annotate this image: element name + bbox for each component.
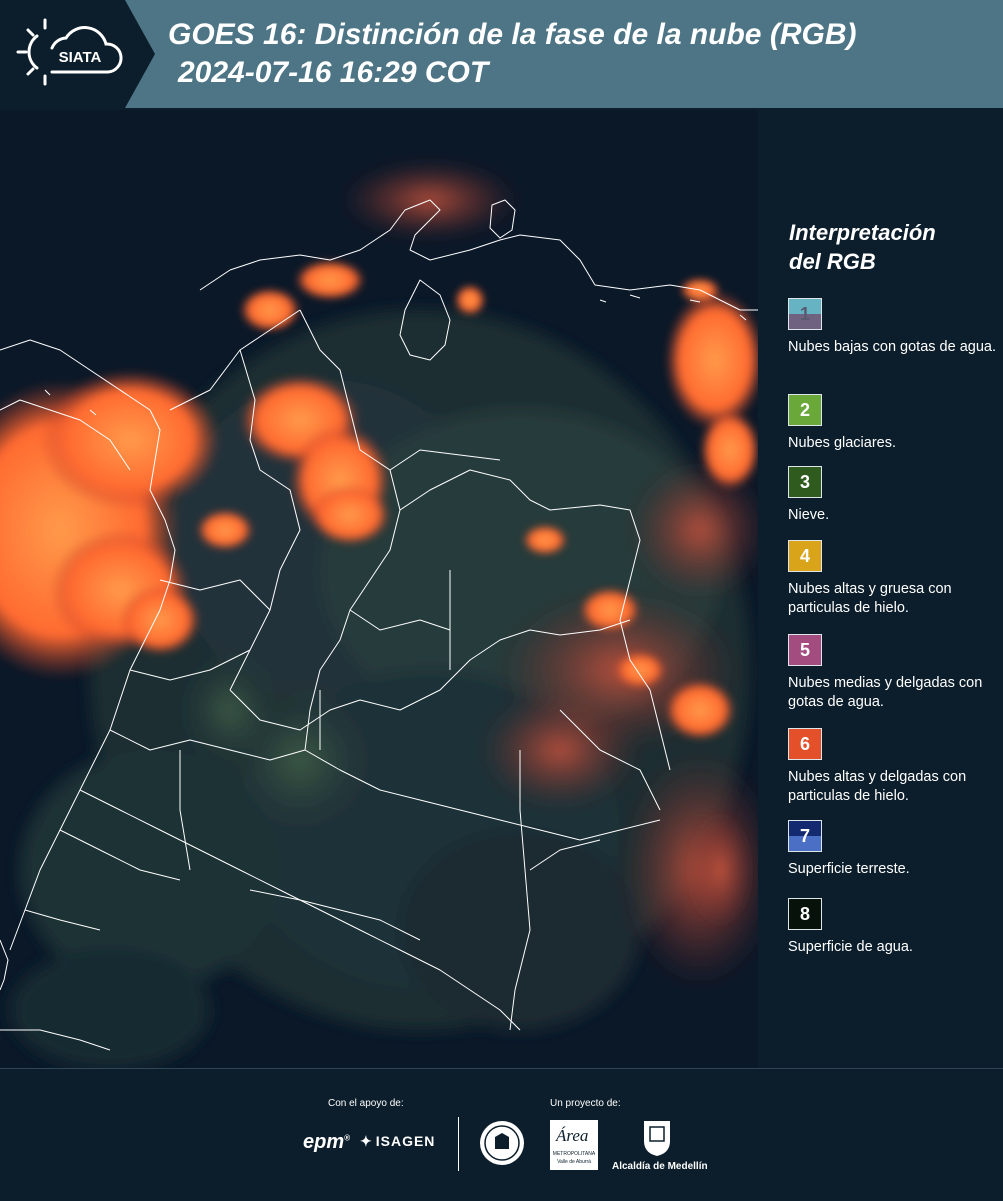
logo-tab: SIATA — [0, 0, 155, 108]
logo-text: SIATA — [59, 49, 102, 66]
satellite-image — [0, 110, 758, 1068]
legend-item-7: 7 Superficie terreste. — [788, 820, 998, 879]
legend-title: Interpretación del RGB — [789, 218, 936, 276]
legend-label: Superficie terreste. — [788, 861, 910, 877]
legend-swatch: 7 — [788, 820, 822, 852]
legend-label: Nieve. — [788, 507, 830, 523]
isagen-logo: ✦ ISAGEN — [360, 1133, 435, 1150]
legend-label: Nubes bajas con gotas de agua. — [788, 339, 996, 355]
legend-swatch: 4 — [788, 540, 822, 572]
isagen-icon: ✦ — [360, 1133, 373, 1149]
epm-logo-text: epm — [303, 1131, 345, 1153]
title-line-2: 2024-07-16 16:29 COT — [178, 56, 489, 89]
legend-panel: Interpretación del RGB 1 Nubes bajas con … — [760, 108, 1003, 1068]
legend-label: Nubes medias y delgadas con gotas de agu… — [788, 675, 983, 710]
legend-item-2: 2 Nubes glaciares. — [788, 394, 998, 453]
area-script: Área — [556, 1126, 589, 1145]
legend-item-3: 3 Nieve. — [788, 466, 998, 525]
project-label: Un proyecto de: — [550, 1098, 621, 1109]
legend-swatch: 6 — [788, 728, 822, 760]
legend-swatch: 8 — [788, 898, 822, 930]
legend-swatch: 3 — [788, 466, 822, 498]
alcaldia-shield-icon — [644, 1121, 670, 1156]
isagen-logo-text: ISAGEN — [375, 1133, 436, 1149]
university-seal-icon — [480, 1121, 524, 1165]
legend-title-line-2: del RGB — [789, 249, 876, 274]
legend-item-1: 1 Nubes bajas con gotas de agua. — [788, 298, 998, 357]
legend-item-4: 4 Nubes altas y gruesa con particulas de … — [788, 540, 998, 618]
legend-title-line-1: Interpretación — [789, 220, 936, 245]
epm-logo: epm® — [303, 1131, 351, 1153]
satellite-map — [0, 110, 758, 1068]
area-metropolitana-logo: Área METROPOLITANA Valle de Aburrá — [550, 1120, 598, 1170]
legend-item-5: 5 Nubes medias y delgadas con gotas de ag… — [788, 634, 998, 712]
title-line-1: GOES 16: Distinción de la fase de la nub… — [168, 18, 857, 51]
area-metropolitana-text: METROPOLITANA — [552, 1151, 596, 1157]
legend-swatch: 5 — [788, 634, 822, 666]
header-bar: SIATA GOES 16: Distinción de la fase de … — [0, 0, 1003, 108]
legend-item-8: 8 Superficie de agua. — [788, 898, 998, 957]
legend-label: Nubes altas y delgadas con particulas de… — [788, 769, 967, 804]
area-subtitle: Valle de Aburrá — [557, 1159, 591, 1165]
footer: Con el apoyo de: Un proyecto de: epm® ✦ I… — [0, 1068, 1003, 1201]
footer-divider — [458, 1117, 459, 1171]
page-title: GOES 16: Distinción de la fase de la nub… — [168, 16, 856, 92]
legend-label: Nubes glaciares. — [788, 435, 896, 451]
legend-item-6: 6 Nubes altas y delgadas con particulas d… — [788, 728, 998, 806]
legend-swatch: 2 — [788, 394, 822, 426]
legend-label: Nubes altas y gruesa con particulas de h… — [788, 581, 952, 616]
legend-swatch: 1 — [788, 298, 822, 330]
legend-label: Superficie de agua. — [788, 939, 913, 955]
alcaldia-logo-text: Alcaldía de Medellín — [612, 1161, 708, 1172]
support-label: Con el apoyo de: — [328, 1098, 404, 1109]
